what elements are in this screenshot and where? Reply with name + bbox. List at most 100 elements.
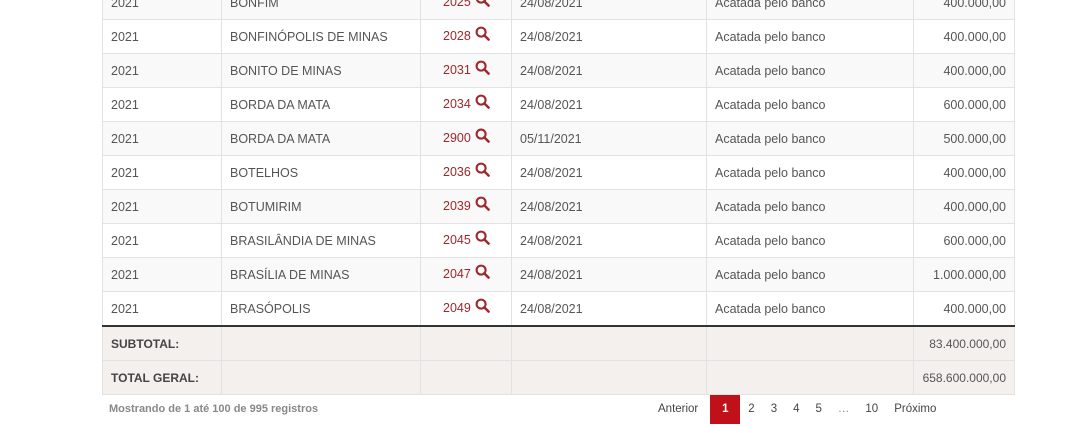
municipality-cell: BRASILÂNDIA DE MINAS <box>221 223 421 258</box>
code-link[interactable]: 2039 <box>443 199 471 213</box>
date-cell: 24/08/2021 <box>511 53 707 88</box>
code-link[interactable]: 2900 <box>443 131 471 145</box>
value-cell: 400.000,00 <box>913 155 1015 190</box>
search-icon[interactable] <box>475 26 490 44</box>
pagination-page-2[interactable]: 2 <box>740 395 762 424</box>
total-row: TOTAL GERAL: 658.600.000,00 <box>102 360 1015 395</box>
pagination-previous[interactable]: Anterior <box>650 395 706 424</box>
code-link[interactable]: 2034 <box>443 97 471 111</box>
code-link[interactable]: 2028 <box>443 29 471 43</box>
status-cell: Acatada pelo banco <box>706 291 914 327</box>
empty-cell <box>706 325 914 361</box>
code-link[interactable]: 2036 <box>443 165 471 179</box>
search-icon[interactable] <box>475 230 490 248</box>
municipality-cell: BORDA DA MATA <box>221 121 421 156</box>
date-cell: 24/08/2021 <box>511 257 707 292</box>
table-row: 2021 BOTELHOS 2036 24/08/2021 Acatada pelo b… <box>102 155 1015 190</box>
table-row: 2021 BRASÓPOLIS 2049 24/08/2021 Acatada pelo… <box>102 291 1015 327</box>
table-body: 2021 BONFIM 2025 24/08/2021 Acatada pelo ban… <box>102 0 1015 395</box>
subtotal-value: 83.400.000,00 <box>913 325 1015 361</box>
pagination-page-1[interactable]: 1 <box>710 395 741 424</box>
pagination-page-5[interactable]: 5 <box>808 395 830 424</box>
table-row: 2021 BONFINÓPOLIS DE MINAS 2028 24/08/2021 A… <box>102 19 1015 54</box>
code-cell: 2900 <box>420 121 512 156</box>
value-cell: 600.000,00 <box>913 87 1015 122</box>
municipality-cell: BORDA DA MATA <box>221 87 421 122</box>
total-value: 658.600.000,00 <box>913 360 1015 395</box>
year-cell: 2021 <box>102 223 222 258</box>
search-icon[interactable] <box>475 298 490 316</box>
date-cell: 24/08/2021 <box>511 291 707 327</box>
results-table: 2021 BONFIM 2025 24/08/2021 Acatada pelo ban… <box>102 0 1015 395</box>
code-cell: 2036 <box>420 155 512 190</box>
year-cell: 2021 <box>102 0 222 20</box>
code-link[interactable]: 2031 <box>443 63 471 77</box>
municipality-cell: BRASÍLIA DE MINAS <box>221 257 421 292</box>
table-row: 2021 BRASILÂNDIA DE MINAS 2045 24/08/2021 Ac… <box>102 223 1015 258</box>
status-cell: Acatada pelo banco <box>706 257 914 292</box>
municipality-cell: BOTUMIRIM <box>221 189 421 224</box>
municipality-cell: BONFINÓPOLIS DE MINAS <box>221 19 421 54</box>
municipality-cell: BONFIM <box>221 0 421 20</box>
table-row: 2021 BOTUMIRIM 2039 24/08/2021 Acatada pelo … <box>102 189 1015 224</box>
pagination-page-3[interactable]: 3 <box>763 395 785 424</box>
year-cell: 2021 <box>102 19 222 54</box>
code-link[interactable]: 2049 <box>443 301 471 315</box>
search-icon[interactable] <box>475 196 490 214</box>
code-cell: 2039 <box>420 189 512 224</box>
code-cell: 2028 <box>420 19 512 54</box>
date-cell: 24/08/2021 <box>511 189 707 224</box>
value-cell: 400.000,00 <box>913 189 1015 224</box>
status-cell: Acatada pelo banco <box>706 0 914 20</box>
year-cell: 2021 <box>102 189 222 224</box>
date-cell: 05/11/2021 <box>511 121 707 156</box>
table-row: 2021 BORDA DA MATA 2034 24/08/2021 Acatada p… <box>102 87 1015 122</box>
code-cell: 2045 <box>420 223 512 258</box>
value-cell: 1.000.000,00 <box>913 257 1015 292</box>
search-icon[interactable] <box>475 0 490 10</box>
search-icon[interactable] <box>475 264 490 282</box>
pagination: Anterior 1 2 3 4 5 … 10 Próximo <box>650 395 944 424</box>
total-label: TOTAL GERAL: <box>102 360 222 395</box>
search-icon[interactable] <box>475 162 490 180</box>
code-cell: 2034 <box>420 87 512 122</box>
empty-cell <box>706 360 914 395</box>
empty-cell <box>221 360 421 395</box>
status-cell: Acatada pelo banco <box>706 19 914 54</box>
pagination-page-4[interactable]: 4 <box>785 395 807 424</box>
code-cell: 2031 <box>420 53 512 88</box>
municipality-cell: BRASÓPOLIS <box>221 291 421 327</box>
year-cell: 2021 <box>102 291 222 327</box>
code-cell: 2047 <box>420 257 512 292</box>
value-cell: 400.000,00 <box>913 291 1015 327</box>
value-cell: 500.000,00 <box>913 121 1015 156</box>
status-cell: Acatada pelo banco <box>706 53 914 88</box>
empty-cell <box>420 360 512 395</box>
status-cell: Acatada pelo banco <box>706 155 914 190</box>
subtotal-label: SUBTOTAL: <box>102 325 222 361</box>
subtotal-row: SUBTOTAL: 83.400.000,00 <box>102 325 1015 361</box>
year-cell: 2021 <box>102 121 222 156</box>
empty-cell <box>511 360 707 395</box>
search-icon[interactable] <box>475 128 490 146</box>
search-icon[interactable] <box>475 60 490 78</box>
code-cell: 2025 <box>420 0 512 20</box>
code-link[interactable]: 2047 <box>443 267 471 281</box>
search-icon[interactable] <box>475 94 490 112</box>
status-cell: Acatada pelo banco <box>706 87 914 122</box>
year-cell: 2021 <box>102 87 222 122</box>
value-cell: 400.000,00 <box>913 0 1015 20</box>
table-row: 2021 BRASÍLIA DE MINAS 2047 24/08/2021 Acata… <box>102 257 1015 292</box>
table-row: 2021 BORDA DA MATA 2900 05/11/2021 Acatada p… <box>102 121 1015 156</box>
year-cell: 2021 <box>102 257 222 292</box>
data-table-container: 2021 BONFIM 2025 24/08/2021 Acatada pelo ban… <box>102 0 1015 395</box>
pagination-ellipsis: … <box>837 403 850 415</box>
pagination-page-10[interactable]: 10 <box>857 395 886 424</box>
year-cell: 2021 <box>102 53 222 88</box>
status-cell: Acatada pelo banco <box>706 223 914 258</box>
pagination-next[interactable]: Próximo <box>886 395 944 424</box>
municipality-cell: BONITO DE MINAS <box>221 53 421 88</box>
status-cell: Acatada pelo banco <box>706 121 914 156</box>
code-link[interactable]: 2045 <box>443 233 471 247</box>
code-link[interactable]: 2025 <box>443 0 471 9</box>
